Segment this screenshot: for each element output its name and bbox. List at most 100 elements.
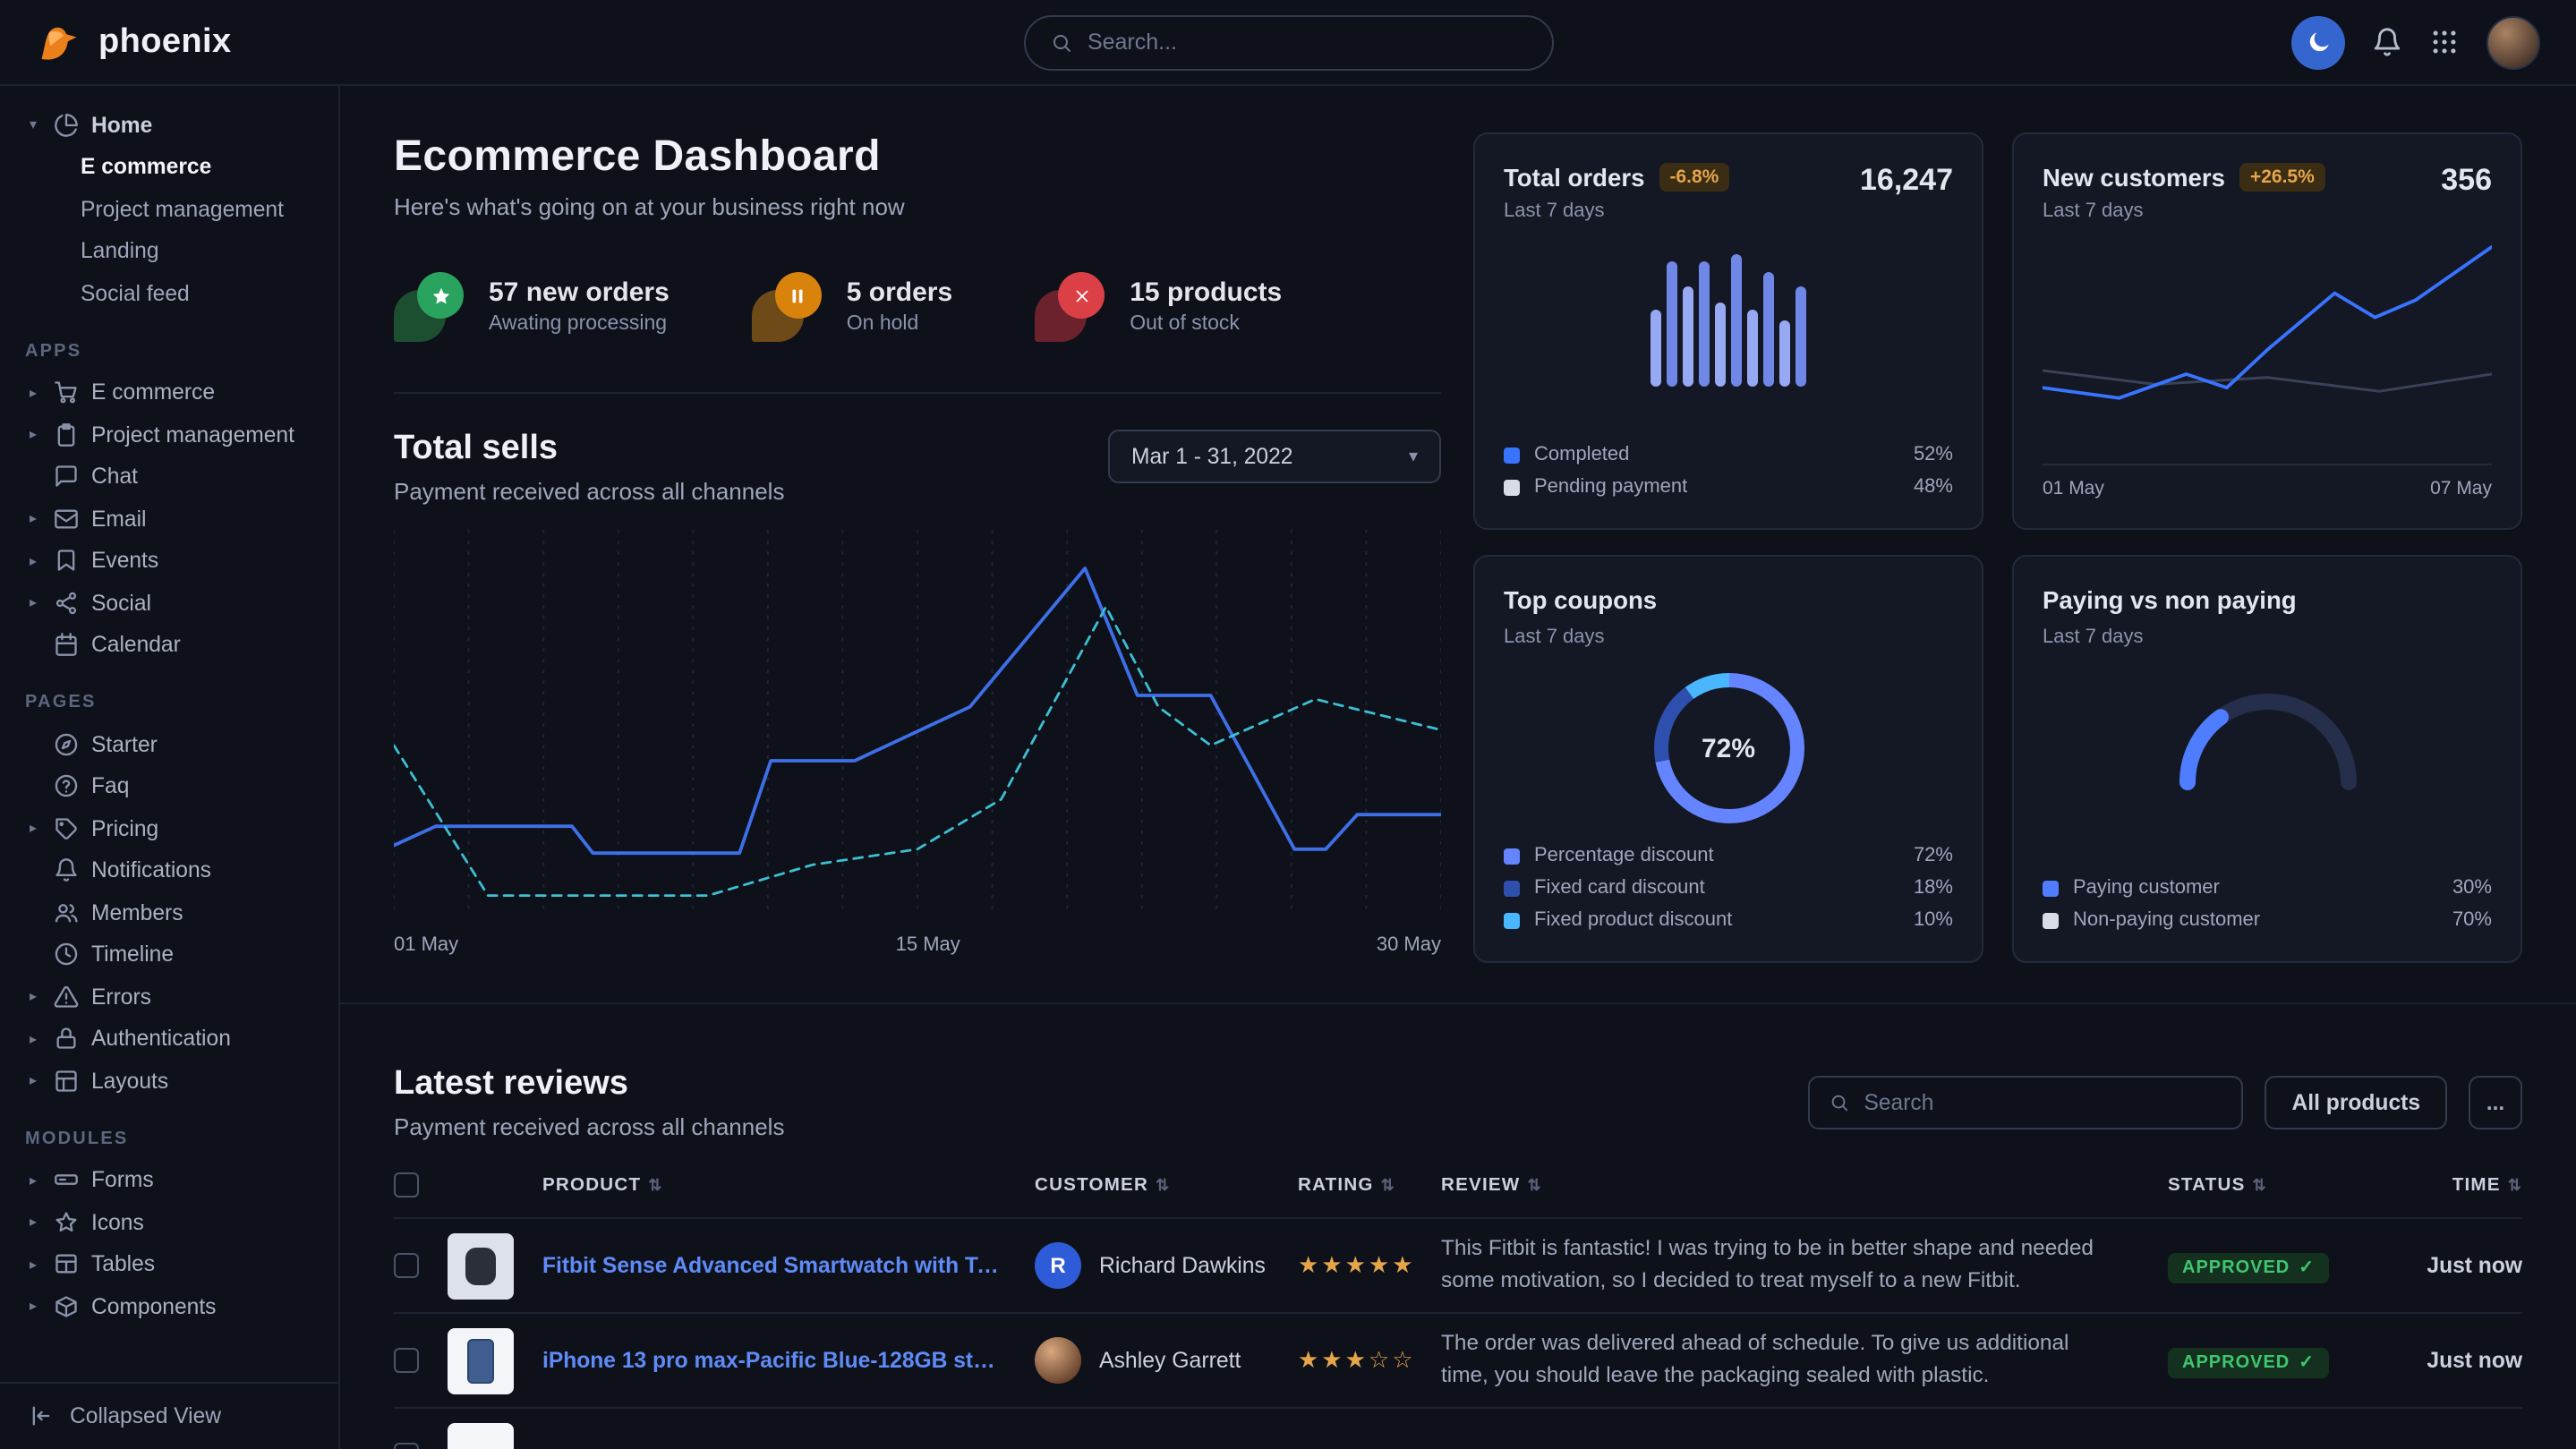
sidebar-item-calendar[interactable]: Calendar bbox=[25, 624, 317, 666]
sidebar-item-tables[interactable]: ▸ Tables bbox=[25, 1243, 317, 1285]
trend-badge: -6.8% bbox=[1659, 163, 1729, 192]
apps-menu-button[interactable] bbox=[2429, 27, 2460, 57]
x-icon bbox=[1071, 286, 1091, 305]
total-orders-card: Total orders -6.8% Last 7 days 16,247 bbox=[1473, 132, 1983, 530]
sidebar-subitem-ecommerce[interactable]: E commerce bbox=[25, 146, 317, 188]
page-title: Ecommerce Dashboard bbox=[394, 132, 1441, 183]
legend-item: Pending payment 48% bbox=[1504, 474, 1953, 499]
bar bbox=[1780, 320, 1790, 387]
global-search[interactable] bbox=[1023, 14, 1553, 70]
legend-item: Fixed card discount 18% bbox=[1504, 875, 1953, 900]
sort-icon[interactable]: ⇅ bbox=[648, 1175, 662, 1195]
stats-row: 57 new orders Awating processing bbox=[394, 270, 1441, 394]
navbar-actions bbox=[2291, 15, 2540, 69]
chevron-down-icon: ▾ bbox=[1409, 447, 1418, 466]
sidebar-item-pricing[interactable]: ▸ Pricing bbox=[25, 807, 317, 849]
product-image bbox=[448, 1422, 514, 1449]
reviews-search-input[interactable] bbox=[1864, 1090, 2222, 1115]
grid-icon bbox=[2429, 27, 2460, 57]
sidebar-item-faq[interactable]: Faq bbox=[25, 765, 317, 807]
total-sells-subtitle: Payment received across all channels bbox=[394, 478, 784, 505]
reviews-title: Latest reviews bbox=[394, 1065, 784, 1104]
sidebar-item-notifications[interactable]: Notifications bbox=[25, 849, 317, 891]
all-products-button[interactable]: All products bbox=[2265, 1076, 2447, 1129]
check-icon: ✓ bbox=[2299, 1352, 2315, 1372]
rating-stars: ★★★★★ bbox=[1298, 1251, 1441, 1280]
collapse-sidebar-button[interactable]: Collapsed View bbox=[0, 1381, 338, 1449]
theme-toggle-button[interactable] bbox=[2291, 15, 2345, 69]
row-checkbox[interactable] bbox=[394, 1253, 419, 1278]
sidebar-item-errors[interactable]: ▸ Errors bbox=[25, 976, 317, 1018]
select-all-checkbox[interactable] bbox=[394, 1172, 419, 1198]
legend-swatch bbox=[2043, 880, 2059, 896]
bar bbox=[1668, 261, 1677, 387]
legend-swatch bbox=[1504, 848, 1520, 864]
table-icon bbox=[54, 1252, 79, 1277]
box-icon bbox=[54, 1294, 79, 1319]
chevron-down-icon: ▾ bbox=[25, 117, 41, 133]
check-icon: ✓ bbox=[2299, 1257, 2315, 1277]
new-customers-value: 356 bbox=[2441, 163, 2492, 199]
on-hold-blob bbox=[752, 270, 823, 342]
review-text: The order was delivered ahead of schedul… bbox=[1441, 1329, 2168, 1393]
sidebar-item-timeline[interactable]: Timeline bbox=[25, 933, 317, 976]
user-avatar[interactable] bbox=[2486, 15, 2540, 69]
reviews-search[interactable] bbox=[1809, 1076, 2244, 1129]
latest-reviews-section: Latest reviews Payment received across a… bbox=[340, 1004, 2576, 1449]
sidebar-item-forms[interactable]: ▸ Forms bbox=[25, 1159, 317, 1201]
notifications-button[interactable] bbox=[2372, 27, 2402, 57]
product-link[interactable]: iPhone 13 pro max-Pacific Blue-128GB sto… bbox=[542, 1348, 999, 1373]
chevron-right-icon: ▸ bbox=[25, 553, 41, 569]
sort-icon[interactable]: ⇅ bbox=[1527, 1175, 1541, 1195]
chevron-right-icon: ▸ bbox=[25, 1031, 41, 1047]
customer-avatar[interactable] bbox=[1035, 1337, 1081, 1384]
page-subtitle: Here's what's going on at your business … bbox=[394, 193, 1441, 220]
sidebar-subitem-social-feed[interactable]: Social feed bbox=[25, 272, 317, 314]
top-navbar: phoenix bbox=[0, 0, 2576, 86]
sidebar-item-members[interactable]: Members bbox=[25, 891, 317, 933]
sort-icon[interactable]: ⇅ bbox=[2508, 1175, 2522, 1195]
sidebar-item-project-management[interactable]: ▸ Project management bbox=[25, 413, 317, 456]
bar bbox=[1700, 261, 1710, 387]
status-badge: APPROVED✓ bbox=[2168, 1252, 2329, 1283]
alert-triangle-icon bbox=[54, 984, 79, 1010]
sidebar-item-layouts[interactable]: ▸ Layouts bbox=[25, 1060, 317, 1102]
lock-icon bbox=[54, 1027, 79, 1052]
sidebar-item-authentication[interactable]: ▸ Authentication bbox=[25, 1018, 317, 1060]
row-checkbox[interactable] bbox=[394, 1443, 419, 1449]
sort-icon[interactable]: ⇅ bbox=[1381, 1175, 1395, 1195]
sidebar-item-events[interactable]: ▸ Events bbox=[25, 540, 317, 582]
sidebar-item-email[interactable]: ▸ Email bbox=[25, 498, 317, 540]
total-orders-value: 16,247 bbox=[1860, 163, 1953, 199]
sidebar-item-icons[interactable]: ▸ Icons bbox=[25, 1201, 317, 1243]
form-input-icon bbox=[54, 1168, 79, 1193]
x-tick: 01 May bbox=[2043, 478, 2104, 499]
users-icon bbox=[54, 900, 79, 925]
sort-icon[interactable]: ⇅ bbox=[1156, 1175, 1170, 1195]
product-link[interactable]: Fitbit Sense Advanced Smartwatch with To… bbox=[542, 1253, 999, 1278]
bar bbox=[1732, 254, 1742, 387]
table-row: iPhone 13 pro max-Pacific Blue-128GB sto… bbox=[394, 1312, 2522, 1407]
more-options-button[interactable]: ... bbox=[2469, 1076, 2522, 1129]
paying-gauge-chart bbox=[2169, 684, 2366, 804]
row-checkbox[interactable] bbox=[394, 1348, 419, 1373]
sidebar-item-social[interactable]: ▸ Social bbox=[25, 582, 317, 624]
reviews-subtitle: Payment received across all channels bbox=[394, 1113, 784, 1140]
bell-icon bbox=[54, 858, 79, 883]
brand[interactable]: phoenix bbox=[36, 19, 232, 65]
sidebar-item-ecommerce-app[interactable]: ▸ E commerce bbox=[25, 371, 317, 413]
sort-icon[interactable]: ⇅ bbox=[2253, 1175, 2267, 1195]
legend-item: Completed 52% bbox=[1504, 442, 1953, 467]
sidebar-item-home[interactable]: ▾ Home bbox=[25, 104, 317, 146]
x-tick: 01 May bbox=[394, 934, 458, 956]
sidebar-item-components[interactable]: ▸ Components bbox=[25, 1285, 317, 1327]
sidebar-item-starter[interactable]: Starter bbox=[25, 723, 317, 765]
sidebar-subitem-project-management[interactable]: Project management bbox=[25, 188, 317, 230]
customer-avatar[interactable]: R bbox=[1035, 1242, 1081, 1289]
customer-name: Ashley Garrett bbox=[1099, 1348, 1241, 1373]
sidebar-item-chat[interactable]: Chat bbox=[25, 456, 317, 498]
sidebar-subitem-landing[interactable]: Landing bbox=[25, 230, 317, 272]
app-window: phoenix ▾ Home bbox=[0, 0, 2576, 1449]
search-input[interactable] bbox=[1088, 30, 1526, 55]
date-range-select[interactable]: Mar 1 - 31, 2022 ▾ bbox=[1108, 430, 1441, 483]
